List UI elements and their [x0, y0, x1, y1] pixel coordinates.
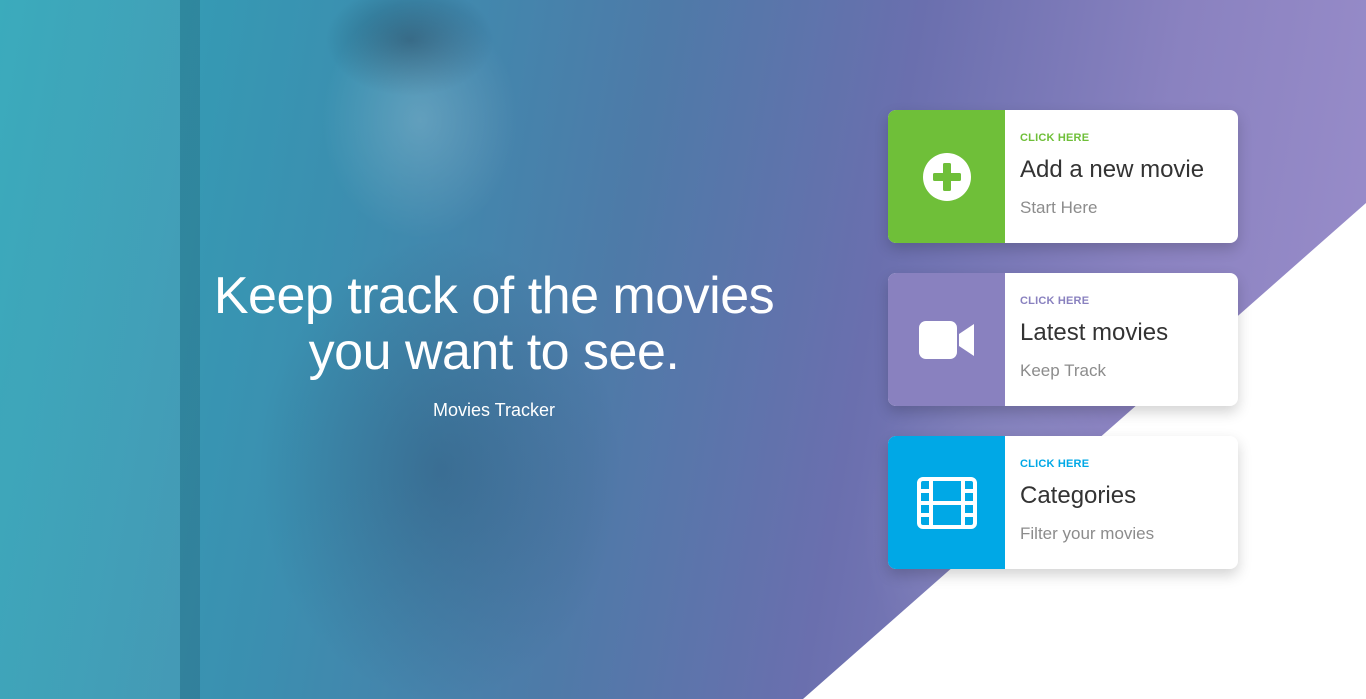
add-movie-subtitle: Start Here	[1020, 198, 1098, 217]
hero-section: Keep track of the movies you want to see…	[0, 0, 1366, 699]
latest-movies-card-body: CLICK HERE Latest movies Keep Track	[1005, 273, 1168, 406]
categories-subtitle: Filter your movies	[1020, 524, 1155, 543]
plus-circle-icon	[922, 152, 971, 201]
latest-movies-title: Latest movies	[1020, 319, 1169, 346]
add-movie-title: Add a new movie	[1020, 156, 1205, 183]
latest-movies-icon-box	[888, 273, 1005, 406]
hero-headline: Keep track of the movies you want to see…	[160, 268, 828, 380]
latest-movies-eyebrow: CLICK HERE	[1020, 295, 1090, 307]
categories-eyebrow: CLICK HERE	[1020, 458, 1090, 470]
categories-card-body: CLICK HERE Categories Filter your movies	[1005, 436, 1154, 569]
hero-headline-line1: Keep track of the movies	[213, 267, 775, 325]
add-movie-card[interactable]: CLICK HERE Add a new movie Start Here	[888, 110, 1238, 243]
hero-headline-line2: you want to see.	[308, 323, 680, 381]
action-cards: CLICK HERE Add a new movie Start Here CL…	[888, 110, 1238, 599]
hero-text: Keep track of the movies you want to see…	[160, 268, 828, 421]
add-movie-eyebrow: CLICK HERE	[1020, 132, 1090, 144]
film-strip-icon	[916, 476, 977, 529]
latest-movies-card[interactable]: CLICK HERE Latest movies Keep Track	[888, 273, 1238, 406]
latest-movies-subtitle: Keep Track	[1020, 361, 1106, 380]
add-movie-icon-box	[888, 110, 1005, 243]
hero-subtitle: Movies Tracker	[432, 400, 556, 420]
categories-title: Categories	[1020, 482, 1137, 509]
categories-icon-box	[888, 436, 1005, 569]
add-movie-card-body: CLICK HERE Add a new movie Start Here	[1005, 110, 1204, 243]
video-camera-icon	[918, 320, 974, 359]
categories-card[interactable]: CLICK HERE Categories Filter your movies	[888, 436, 1238, 569]
